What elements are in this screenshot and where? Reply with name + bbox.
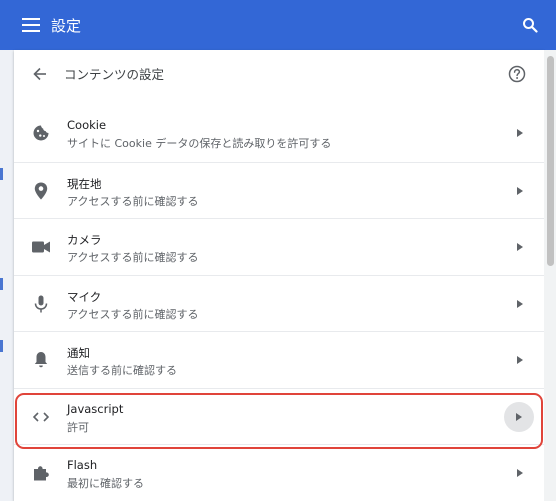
chevron-right-icon[interactable] [508,461,532,485]
settings-row-camera[interactable]: カメラ アクセスする前に確認する [14,218,544,275]
hamburger-menu-icon[interactable] [7,0,55,50]
settings-row-cookie[interactable]: Cookie サイトに Cookie データの保存と読み取りを許可する [14,105,544,162]
row-title: 現在地 [67,176,102,191]
chevron-right-icon[interactable] [508,121,532,145]
settings-row-notifications[interactable]: 通知 送信する前に確認する [14,331,544,388]
strip-marker [0,168,3,180]
camera-icon [31,237,51,257]
bell-icon [31,350,51,370]
top-app-bar: 設定 [0,0,556,50]
row-subtitle: サイトに Cookie データの保存と読み取りを許可する [67,137,332,150]
row-subtitle: 許可 [67,420,89,434]
content-settings-card: コンテンツの設定 Cookie サイトに Cookie データの保存と読み取りを… [14,50,544,501]
strip-marker [0,278,3,290]
row-subtitle: アクセスする前に確認する [67,307,199,321]
settings-row-microphone[interactable]: マイク アクセスする前に確認する [14,274,544,332]
row-title: カメラ [67,233,102,247]
chevron-right-icon[interactable] [508,292,532,316]
help-circle-icon[interactable] [506,63,528,85]
app-title: 設定 [51,16,82,35]
row-subtitle: アクセスする前に確認する [67,194,199,208]
settings-row-javascript[interactable]: Javascript 許可 [14,387,544,445]
row-title: Cookie [67,118,107,132]
search-icon[interactable] [518,13,542,37]
row-title: Flash [67,458,98,472]
chevron-right-icon[interactable] [508,348,532,372]
settings-list: Cookie サイトに Cookie データの保存と読み取りを許可する 現在地 … [14,105,544,501]
location-pin-icon [31,181,51,201]
chevron-right-icon[interactable] [504,401,534,432]
row-title: Javascript [67,401,124,416]
row-subtitle: アクセスする前に確認する [67,251,199,264]
code-brackets-icon [31,407,51,427]
strip-marker [0,340,3,352]
row-title: 通知 [67,346,90,360]
row-subtitle: 最初に確認する [67,477,144,490]
chevron-right-icon[interactable] [508,179,532,203]
scrollbar-thumb[interactable] [547,56,554,266]
arrow-back-icon[interactable] [28,62,52,86]
cookie-icon [31,123,51,143]
left-background-strip [0,50,14,501]
subpage-header: コンテンツの設定 [14,50,544,98]
row-subtitle: 送信する前に確認する [67,364,177,377]
microphone-icon [31,294,51,314]
chevron-right-icon[interactable] [508,235,532,259]
page-title: コンテンツの設定 [64,67,165,82]
settings-row-flash[interactable]: Flash 最初に確認する [14,444,544,501]
row-title: マイク [67,289,102,304]
settings-row-location[interactable]: 現在地 アクセスする前に確認する [14,161,544,219]
puzzle-icon [31,463,51,483]
